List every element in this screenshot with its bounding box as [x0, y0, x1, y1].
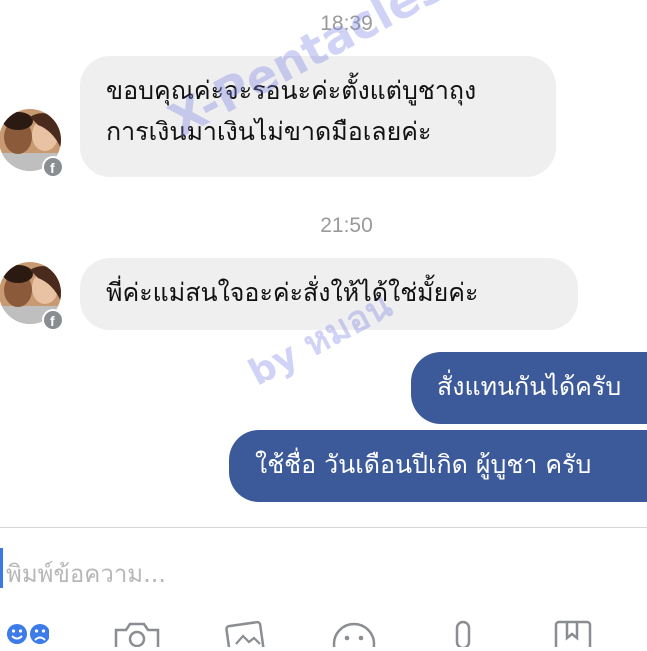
- message-text: สั่งแทนกันได้ครับ: [437, 372, 622, 401]
- svg-text:f: f: [50, 313, 55, 329]
- incoming-message-bubble[interactable]: ขอบคุณค่ะจะรอนะค่ะตั้งแต่บูชาถุง การเงิน…: [80, 56, 556, 177]
- smiley-icon[interactable]: [332, 620, 378, 651]
- svg-text:f: f: [50, 160, 55, 176]
- text-cursor: [0, 548, 3, 588]
- incoming-message-bubble[interactable]: พี่ค่ะแม่สนใจอะค่ะสั่งให้ได้ใช่มั้ยค่ะ: [80, 258, 578, 330]
- message-input[interactable]: พิมพ์ข้อความ...: [6, 554, 166, 593]
- gallery-icon[interactable]: [222, 620, 272, 651]
- timestamp: 18:39: [320, 12, 373, 35]
- bookmark-icon[interactable]: [553, 620, 597, 651]
- composer-divider: [0, 527, 647, 528]
- message-text: พี่ค่ะแม่สนใจอะค่ะสั่งให้ได้ใช่มั้ยค่ะ: [106, 278, 479, 307]
- contact-avatar[interactable]: f: [0, 107, 64, 178]
- contact-avatar[interactable]: f: [0, 260, 64, 331]
- message-text-line: ขอบคุณค่ะจะรอนะค่ะตั้งแต่บูชาถุง: [106, 76, 477, 105]
- outgoing-message-bubble[interactable]: สั่งแทนกันได้ครับ: [411, 352, 647, 424]
- message-text: ใช้ชื่อ วันเดือนปีเกิด ผู้บูชา ครับ: [255, 450, 592, 479]
- camera-icon[interactable]: [112, 620, 162, 651]
- timestamp: 21:50: [320, 214, 373, 237]
- microphone-icon[interactable]: [448, 620, 478, 651]
- emoji-icon[interactable]: [5, 620, 50, 651]
- message-text-line: การเงินมาเงินไม่ขาดมือเลยค่ะ: [106, 117, 432, 146]
- outgoing-message-bubble[interactable]: ใช้ชื่อ วันเดือนปีเกิด ผู้บูชา ครับ: [229, 430, 647, 502]
